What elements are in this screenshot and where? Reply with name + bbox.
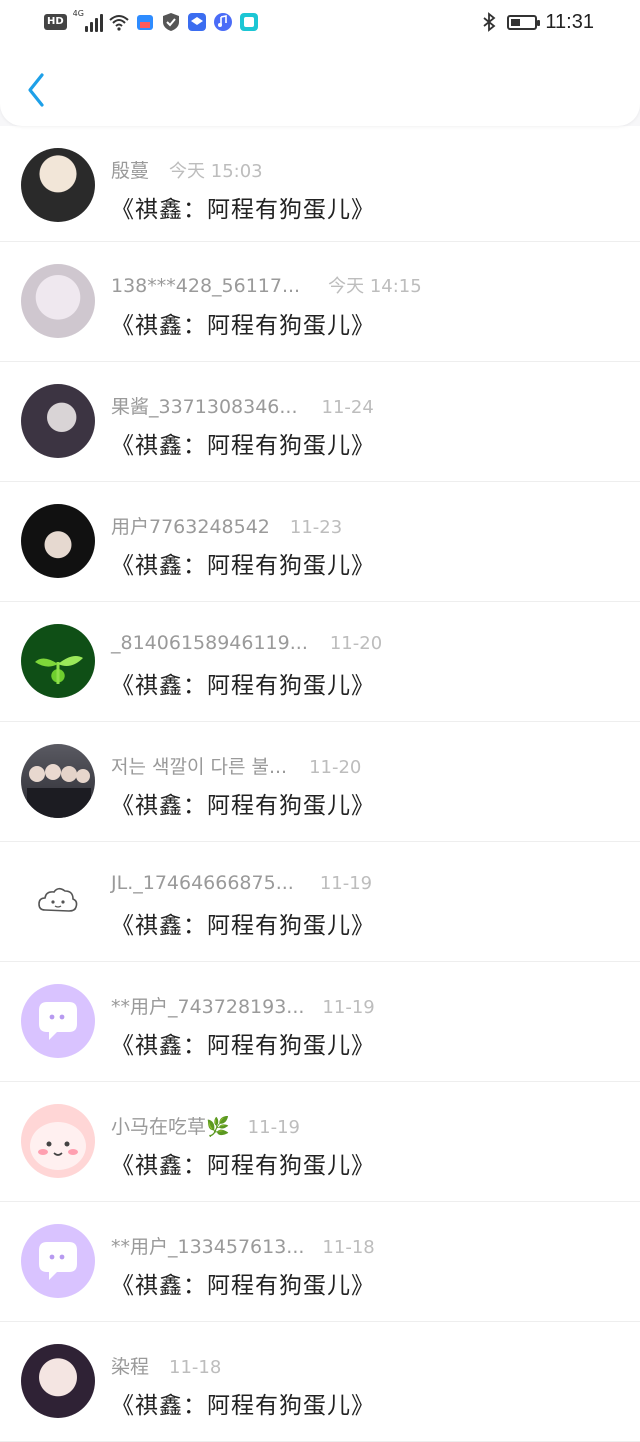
avatar[interactable] bbox=[21, 504, 95, 578]
avatar[interactable] bbox=[21, 744, 95, 818]
user-name: 小马在吃草🌿 bbox=[111, 1116, 230, 1138]
user-name: 殷蔓 bbox=[111, 160, 150, 182]
message-text: 《祺鑫：阿程有狗蛋儿》 bbox=[111, 1153, 375, 1179]
hd-badge: HD bbox=[44, 14, 67, 30]
user-name: 果酱_3371308346... bbox=[111, 396, 298, 418]
app-icon-2 bbox=[187, 12, 207, 32]
wifi-icon bbox=[109, 12, 129, 32]
list-item[interactable]: 138***428_56117... 今天 14:15 《祺鑫：阿程有狗蛋儿》 bbox=[0, 242, 640, 362]
list-item[interactable]: **用户_133457613... 11-18 《祺鑫：阿程有狗蛋儿》 bbox=[0, 1202, 640, 1322]
list-item[interactable]: 小马在吃草🌿 11-19 《祺鑫：阿程有狗蛋儿》 bbox=[0, 1082, 640, 1202]
network-type-label: 4G bbox=[72, 9, 84, 18]
pink-face-avatar[interactable] bbox=[21, 1104, 95, 1178]
list-item[interactable]: JL._17464666875... 11-19 《祺鑫：阿程有狗蛋儿》 bbox=[0, 842, 640, 962]
avatar[interactable] bbox=[21, 264, 95, 338]
timestamp: 11-18 bbox=[169, 1357, 222, 1378]
status-right: 11:31 bbox=[479, 10, 594, 34]
user-name: 染程 bbox=[111, 1356, 150, 1378]
user-name: 저는 색깔이 다른 불... bbox=[111, 756, 288, 778]
message-text: 《祺鑫：阿程有狗蛋儿》 bbox=[111, 1033, 375, 1059]
avatar[interactable] bbox=[21, 148, 95, 222]
timestamp: 11-23 bbox=[289, 517, 343, 538]
status-left: HD 4G bbox=[44, 9, 259, 34]
user-name: **用户_743728193... bbox=[111, 996, 305, 1018]
timestamp: 11-24 bbox=[321, 397, 374, 418]
list-item[interactable]: 果酱_3371308346... 11-24 《祺鑫：阿程有狗蛋儿》 bbox=[0, 362, 640, 482]
timestamp: 11-18 bbox=[322, 1237, 375, 1258]
sprout-avatar[interactable] bbox=[21, 624, 95, 698]
user-name: 用户7763248542 bbox=[111, 516, 270, 538]
back-button[interactable] bbox=[18, 68, 54, 112]
list-item[interactable]: **用户_743728193... 11-19 《祺鑫：阿程有狗蛋儿》 bbox=[0, 962, 640, 1082]
status-time: 11:31 bbox=[545, 10, 594, 33]
signal-icon: 4G bbox=[72, 9, 103, 32]
shield-icon bbox=[161, 12, 181, 32]
timestamp: 今天 14:15 bbox=[328, 276, 422, 297]
chevron-left-icon bbox=[28, 73, 44, 107]
user-name: JL._17464666875... bbox=[111, 872, 294, 894]
app-icon-1 bbox=[135, 12, 155, 32]
user-name: _81406158946119... bbox=[111, 632, 308, 654]
timestamp: 11-19 bbox=[322, 997, 375, 1018]
user-name: **用户_133457613... bbox=[111, 1236, 305, 1258]
message-text: 《祺鑫：阿程有狗蛋儿》 bbox=[111, 433, 375, 459]
bluetooth-icon bbox=[479, 12, 499, 32]
list-item[interactable]: 用户7763248542 11-23 《祺鑫：阿程有狗蛋儿》 bbox=[0, 482, 640, 602]
app-icon-3 bbox=[239, 12, 259, 32]
chat-bubble-avatar[interactable] bbox=[21, 984, 95, 1058]
user-name: 138***428_56117... bbox=[111, 275, 301, 297]
message-text: 《祺鑫：阿程有狗蛋儿》 bbox=[111, 1393, 375, 1419]
message-list: 殷蔓 今天 15:03 《祺鑫：阿程有狗蛋儿》 138***428_56117.… bbox=[0, 126, 640, 1442]
message-text: 《祺鑫：阿程有狗蛋儿》 bbox=[111, 553, 375, 579]
message-text: 《祺鑫：阿程有狗蛋儿》 bbox=[111, 913, 375, 939]
list-item[interactable]: 저는 색깔이 다른 불... 11-20 《祺鑫：阿程有狗蛋儿》 bbox=[0, 722, 640, 842]
status-bar: HD 4G 11:31 bbox=[0, 0, 640, 44]
message-text: 《祺鑫：阿程有狗蛋儿》 bbox=[111, 197, 375, 223]
cloud-face-avatar[interactable] bbox=[21, 864, 95, 938]
message-text: 《祺鑫：阿程有狗蛋儿》 bbox=[111, 673, 375, 699]
list-item[interactable]: _81406158946119... 11-20 《祺鑫：阿程有狗蛋儿》 bbox=[0, 602, 640, 722]
app-header: HD 4G 11:31 bbox=[0, 0, 640, 126]
timestamp: 11-19 bbox=[247, 1117, 300, 1138]
message-text: 《祺鑫：阿程有狗蛋儿》 bbox=[111, 793, 375, 819]
timestamp: 11-20 bbox=[329, 633, 383, 654]
avatar[interactable] bbox=[21, 384, 95, 458]
message-text: 《祺鑫：阿程有狗蛋儿》 bbox=[111, 313, 375, 339]
message-text: 《祺鑫：阿程有狗蛋儿》 bbox=[111, 1273, 375, 1299]
timestamp: 11-20 bbox=[309, 757, 362, 778]
battery-icon bbox=[507, 14, 541, 30]
list-item[interactable]: 殷蔓 今天 15:03 《祺鑫：阿程有狗蛋儿》 bbox=[0, 126, 640, 242]
music-icon bbox=[213, 12, 233, 32]
timestamp: 今天 15:03 bbox=[169, 161, 263, 182]
timestamp: 11-19 bbox=[319, 873, 373, 894]
avatar[interactable] bbox=[21, 1344, 95, 1418]
list-item[interactable]: 染程 11-18 《祺鑫：阿程有狗蛋儿》 bbox=[0, 1322, 640, 1442]
chat-bubble-avatar[interactable] bbox=[21, 1224, 95, 1298]
